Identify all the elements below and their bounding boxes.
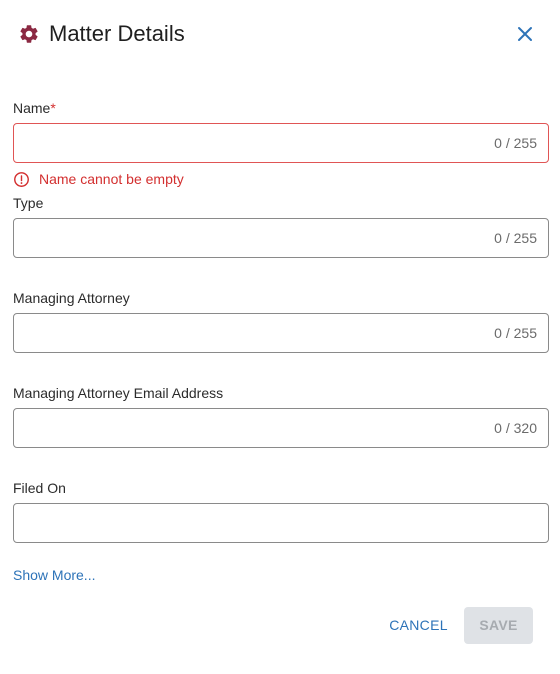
gear-icon	[20, 25, 38, 43]
managing-attorney-email-input-box[interactable]: 0 / 320	[13, 408, 549, 448]
name-char-counter: 0 / 255	[494, 135, 537, 151]
type-char-counter: 0 / 255	[494, 230, 537, 246]
filed-on-field: Filed On	[13, 479, 549, 543]
managing-attorney-email-field: Managing Attorney Email Address 0 / 320	[13, 384, 549, 448]
name-input[interactable]	[24, 124, 484, 162]
type-label: Type	[13, 195, 44, 211]
filed-on-label: Filed On	[13, 480, 66, 496]
type-input-box[interactable]: 0 / 255	[13, 218, 549, 258]
managing-attorney-input-box[interactable]: 0 / 255	[13, 313, 549, 353]
managing-attorney-field: Managing Attorney 0 / 255	[13, 289, 549, 353]
cancel-button[interactable]: CANCEL	[381, 607, 456, 644]
show-more-link[interactable]: Show More...	[13, 566, 95, 584]
name-label: Name*	[13, 100, 56, 116]
dialog-header: Matter Details	[0, 0, 560, 68]
name-input-box[interactable]: 0 / 255	[13, 123, 549, 163]
managing-attorney-label: Managing Attorney	[13, 290, 130, 306]
managing-attorney-input[interactable]	[24, 314, 484, 352]
managing-attorney-email-char-counter: 0 / 320	[494, 420, 537, 436]
name-field: Name* 0 / 255	[13, 99, 549, 163]
matter-details-dialog: Matter Details Name* 0 / 255 Name cannot…	[0, 0, 560, 674]
alert-circle-icon	[14, 172, 29, 187]
save-button[interactable]: SAVE	[464, 607, 533, 644]
filed-on-input[interactable]	[24, 504, 484, 542]
filed-on-input-box[interactable]	[13, 503, 549, 543]
managing-attorney-char-counter: 0 / 255	[494, 325, 537, 341]
managing-attorney-email-input[interactable]	[24, 409, 484, 447]
close-icon[interactable]	[513, 22, 537, 46]
type-input[interactable]	[24, 219, 484, 257]
required-marker: *	[50, 100, 56, 116]
name-error-text: Name cannot be empty	[39, 171, 184, 187]
managing-attorney-email-label: Managing Attorney Email Address	[13, 385, 224, 401]
dialog-title: Matter Details	[49, 21, 185, 46]
type-field: Type 0 / 255	[13, 194, 549, 258]
